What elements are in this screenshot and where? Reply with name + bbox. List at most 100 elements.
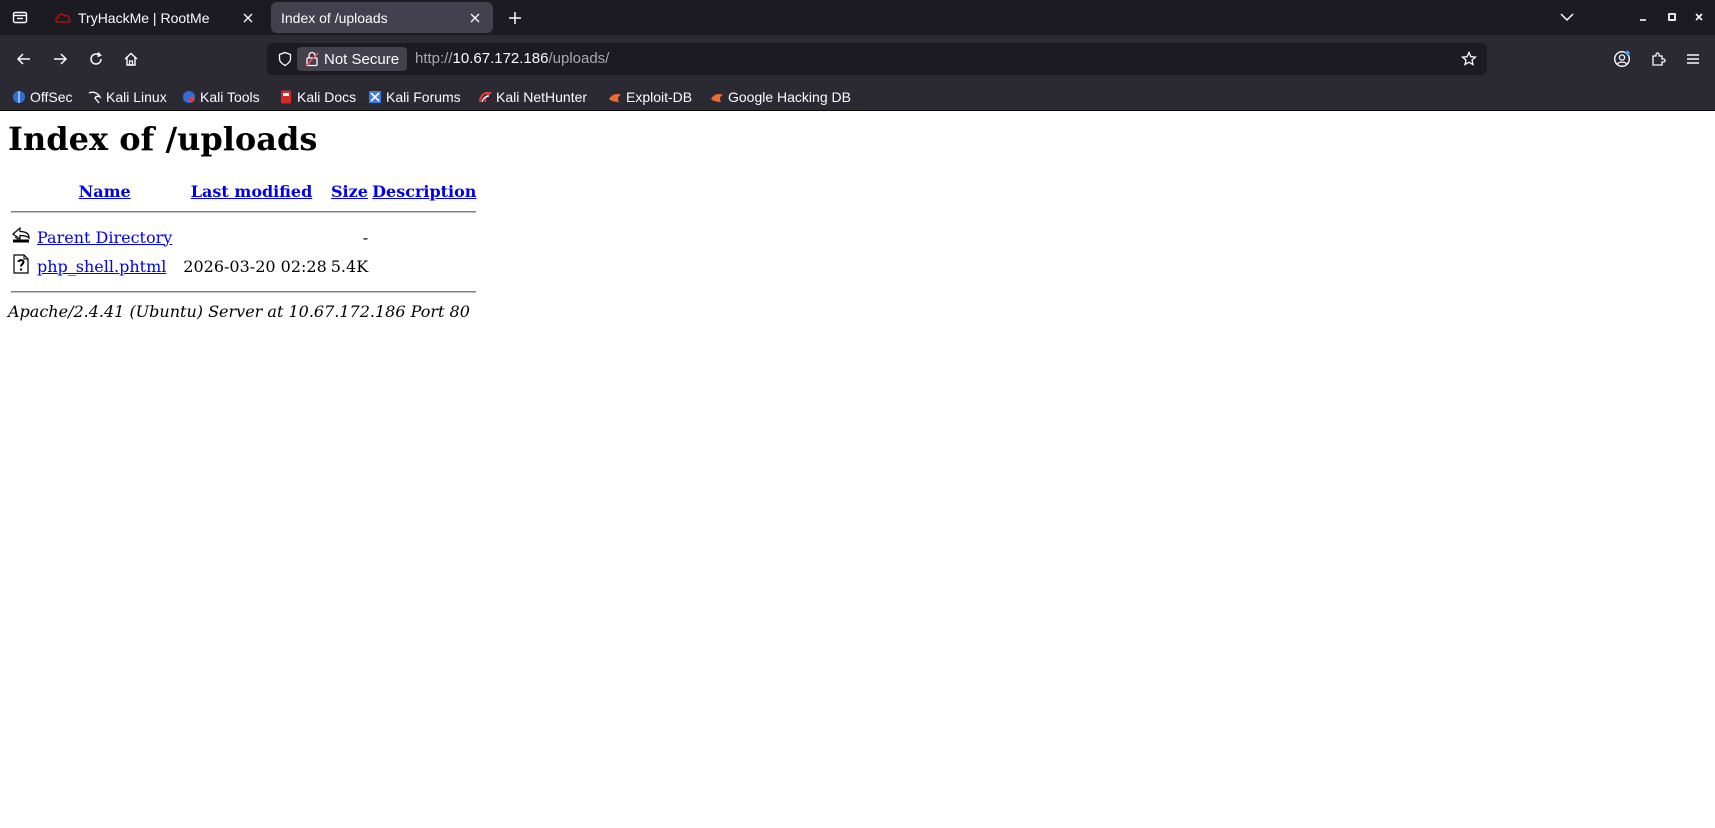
sort-by-name-link[interactable]: Name [79, 182, 131, 201]
forward-button[interactable] [46, 45, 74, 73]
address-bar[interactable]: Not Secure http://10.67.172.186/uploads/ [267, 43, 1487, 75]
arrow-left-icon [16, 53, 30, 65]
bookmark-kali-nethunter[interactable]: Kali NetHunter [478, 87, 587, 107]
bookmark-exploit-db[interactable]: Exploit-DB [608, 87, 692, 107]
reload-icon [90, 51, 102, 65]
ghdb-icon [710, 90, 724, 104]
tracking-protection-button[interactable] [275, 49, 295, 69]
directory-listing-table: Name Last modified Size Description Pare… [8, 179, 479, 300]
modified-column-header: Last modified [175, 181, 327, 202]
table-row: Parent Directory - [10, 224, 477, 251]
tab-title: Index of /uploads [281, 9, 388, 26]
row-modified: 2026-03-20 02:28 [183, 256, 327, 276]
chevron-down-icon [1560, 13, 1574, 22]
separator-row [10, 204, 477, 222]
back-button[interactable] [10, 45, 38, 73]
home-button[interactable] [117, 45, 145, 73]
close-icon [1695, 13, 1703, 21]
server-signature: Apache/2.4.41 (Ubuntu) Server at 10.67.1… [8, 302, 470, 321]
bookmark-star-button[interactable] [1459, 49, 1479, 69]
file-link[interactable]: php_shell.phtml [37, 257, 166, 276]
unknown-file-icon [13, 254, 29, 274]
bookmark-kali-tools[interactable]: Kali Tools [182, 87, 260, 107]
url-host: 10.67.172.186 [452, 50, 549, 67]
table-header-row: Name Last modified Size Description [10, 181, 477, 202]
back-folder-icon [12, 226, 30, 243]
separator-row [10, 282, 477, 298]
star-icon [1461, 51, 1477, 66]
bookmark-label: OffSec [30, 89, 73, 105]
parent-directory-link[interactable]: Parent Directory [37, 228, 172, 247]
shield-icon [278, 51, 292, 67]
divider [11, 291, 477, 293]
row-size: 5.4K [330, 256, 369, 276]
list-all-tabs-button[interactable] [1558, 8, 1576, 26]
tab-bar: TryHackMe | RootMe Index of /uploads [0, 0, 1715, 35]
url-path: /uploads/ [548, 50, 610, 67]
insecure-lock-icon [305, 51, 319, 67]
bookmark-label: Kali Forums [386, 89, 461, 105]
maximize-icon [1668, 13, 1676, 21]
menu-button[interactable] [1679, 45, 1707, 73]
tryhackme-icon [54, 10, 72, 26]
new-tab-button[interactable] [503, 6, 527, 30]
arrow-right-icon [54, 53, 68, 65]
bookmark-label: Google Hacking DB [728, 89, 851, 105]
description-column-header: Description [371, 181, 477, 202]
tab-overview-button[interactable] [6, 4, 34, 30]
extensions-button[interactable] [1644, 45, 1672, 73]
bookmarks-toolbar: OffSec Kali Linux Kali Tools Kali Docs K… [0, 83, 1715, 111]
account-button[interactable] [1608, 45, 1636, 73]
sort-by-description-link[interactable]: Description [372, 182, 476, 201]
page-content: Index of /uploads Name Last modified Siz… [0, 111, 1715, 828]
exploitdb-icon [608, 90, 622, 104]
bookmark-google-hacking-db[interactable]: Google Hacking DB [710, 87, 851, 107]
kali-dragon-icon [88, 90, 102, 104]
reload-button[interactable] [82, 45, 110, 73]
plus-icon [509, 12, 521, 24]
kali-tools-icon [182, 90, 196, 104]
tab-title: TryHackMe | RootMe [78, 9, 210, 26]
bookmark-offsec[interactable]: OffSec [12, 87, 73, 107]
size-column-header: Size [330, 181, 369, 202]
divider [11, 211, 477, 213]
bookmark-label: Kali Docs [297, 89, 357, 105]
maximize-button[interactable] [1663, 8, 1681, 26]
bookmark-kali-forums[interactable]: Kali Forums [368, 87, 461, 107]
row-size: - [362, 227, 369, 247]
bookmark-label: Kali Tools [200, 89, 260, 105]
bookmark-kali-docs[interactable]: Kali Docs [279, 87, 356, 107]
row-description [371, 224, 477, 251]
icon-column-header [10, 181, 34, 202]
url-scheme: http:// [415, 50, 453, 67]
bookmark-label: Exploit-DB [626, 89, 693, 105]
close-icon [470, 13, 480, 22]
security-label: Not Secure [324, 50, 400, 68]
bookmark-kali-linux[interactable]: Kali Linux [88, 87, 167, 107]
minimize-button[interactable] [1634, 8, 1652, 26]
name-column-header: Name [36, 181, 173, 202]
sort-by-size-link[interactable]: Size [331, 182, 368, 201]
tab-index-uploads[interactable]: Index of /uploads [271, 2, 493, 33]
tab-close-button[interactable] [238, 8, 258, 28]
puzzle-icon [1652, 52, 1666, 66]
sort-by-modified-link[interactable]: Last modified [191, 182, 312, 201]
bookmark-label: Kali Linux [106, 89, 167, 105]
row-description [371, 253, 477, 280]
home-icon [124, 52, 138, 66]
site-security-button[interactable]: Not Secure [297, 47, 408, 71]
table-row: php_shell.phtml 2026-03-20 02:28 5.4K [10, 253, 477, 280]
nethunter-icon [478, 90, 492, 104]
close-window-button[interactable] [1690, 8, 1708, 26]
row-modified [175, 224, 327, 251]
tab-tryhackme[interactable]: TryHackMe | RootMe [46, 2, 266, 33]
offsec-icon [12, 90, 26, 104]
close-icon [243, 13, 253, 22]
tab-list-icon [12, 11, 28, 24]
hamburger-menu-icon [1687, 54, 1699, 64]
bookmark-label: Kali NetHunter [496, 89, 588, 105]
url-text[interactable]: http://10.67.172.186/uploads/ [415, 50, 609, 67]
tab-close-button[interactable] [465, 8, 485, 28]
page-title: Index of /uploads [8, 120, 318, 158]
navigation-toolbar: Not Secure http://10.67.172.186/uploads/ [0, 35, 1715, 83]
